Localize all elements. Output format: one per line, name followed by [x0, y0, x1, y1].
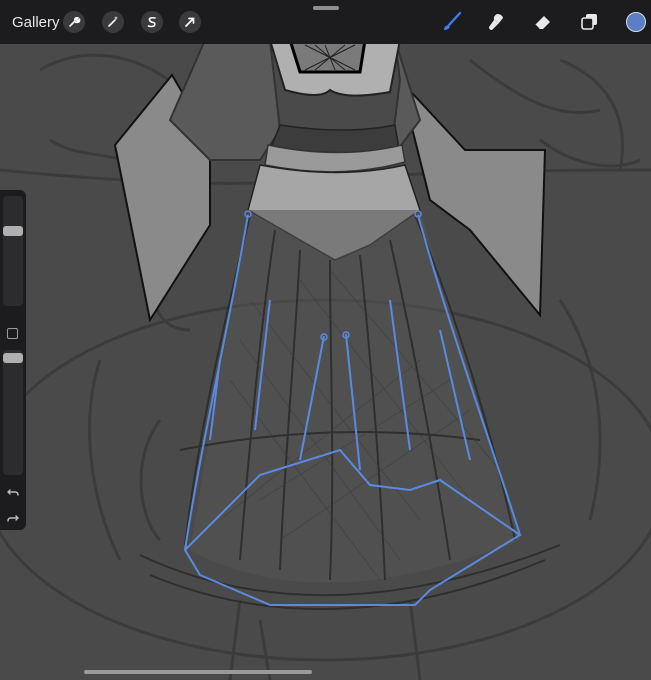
brush-size-thumb[interactable]: [3, 226, 23, 236]
brush-sidebar: [0, 190, 26, 530]
smudge-icon: [489, 14, 503, 30]
home-indicator: [84, 670, 312, 674]
actions-button[interactable]: [63, 11, 85, 33]
drawing-canvas[interactable]: [0, 0, 651, 680]
layers-tool[interactable]: [577, 10, 601, 34]
opacity-thumb[interactable]: [3, 353, 23, 363]
arrow-cursor-icon: [185, 17, 195, 27]
adjustments-button[interactable]: [102, 11, 124, 33]
layers-icon: [581, 14, 597, 30]
redo-button[interactable]: [5, 510, 21, 526]
brush-icon: [444, 11, 462, 30]
magic-wand-icon: [108, 16, 118, 27]
undo-icon: [7, 489, 19, 496]
gallery-button[interactable]: Gallery: [12, 14, 60, 31]
smudge-tool[interactable]: [484, 10, 508, 34]
wrench-icon: [69, 16, 81, 27]
opacity-slider[interactable]: [3, 350, 23, 475]
brush-size-slider[interactable]: [3, 196, 23, 306]
transform-button[interactable]: [179, 11, 201, 33]
color-picker-swatch[interactable]: [626, 12, 646, 32]
eraser-icon: [534, 16, 550, 30]
selection-s-icon: [147, 16, 156, 28]
eraser-tool[interactable]: [530, 10, 554, 34]
undo-button[interactable]: [5, 484, 21, 500]
modify-button[interactable]: [7, 328, 18, 339]
drag-handle[interactable]: [313, 6, 339, 10]
brush-tool[interactable]: [440, 10, 464, 34]
redo-icon: [7, 515, 19, 522]
selection-button[interactable]: [141, 11, 163, 33]
top-toolbar: Gallery: [0, 0, 651, 44]
